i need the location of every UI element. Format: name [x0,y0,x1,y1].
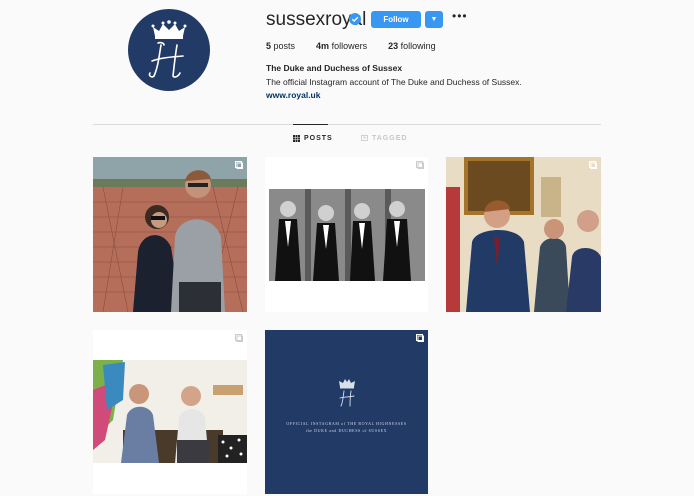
follow-button[interactable]: Follow [371,11,421,28]
caret-down-icon: ▼ [430,16,438,23]
multiple-posts-icon [235,334,243,342]
post-tile[interactable] [265,157,428,312]
posts-count: 5 posts [266,41,296,51]
tag-icon [361,135,368,141]
followers-count[interactable]: 4m followers [316,41,367,51]
following-count[interactable]: 23 following [388,41,436,51]
announcement-line-2: the DUKE and DUCHESS of SUSSEX [305,428,388,433]
post-image [265,157,428,312]
suggestions-dropdown-button[interactable]: ▼ [425,11,443,28]
profile-avatar[interactable] [128,9,210,91]
post-image [93,330,247,494]
profile-bio: The official Instagram account of The Du… [266,77,522,87]
profile-full-name: The Duke and Duchess of Sussex [266,63,403,73]
ellipsis-icon[interactable]: ••• [452,9,468,23]
multiple-posts-icon [416,334,424,342]
tab-tagged[interactable]: TAGGED [361,135,407,142]
announcement-line-1: OFFICIAL INSTAGRAM of THE ROYAL HIGHNESS… [286,421,407,426]
post-tile[interactable] [93,330,247,494]
post-tile[interactable] [446,157,601,312]
profile-website-link[interactable]: www.royal.uk [266,90,320,100]
multiple-posts-icon [416,161,424,169]
profile-stats: 5 posts 4m followers 23 following [266,41,457,51]
post-image [93,157,247,312]
tabs-divider [93,124,601,125]
tab-posts[interactable]: POSTS [293,135,333,142]
post-image [446,157,601,312]
multiple-posts-icon [589,161,597,169]
royal-monogram-logo [148,20,187,78]
tab-posts-label: POSTS [304,135,333,142]
tab-tagged-label: TAGGED [372,135,408,142]
verified-badge-icon [349,13,361,25]
royal-monogram-logo [339,379,355,407]
grid-icon [293,135,300,142]
post-tile[interactable] [93,157,247,312]
post-tile[interactable]: OFFICIAL INSTAGRAM of THE ROYAL HIGHNESS… [265,330,428,494]
active-tab-indicator [293,124,328,125]
multiple-posts-icon [235,161,243,169]
